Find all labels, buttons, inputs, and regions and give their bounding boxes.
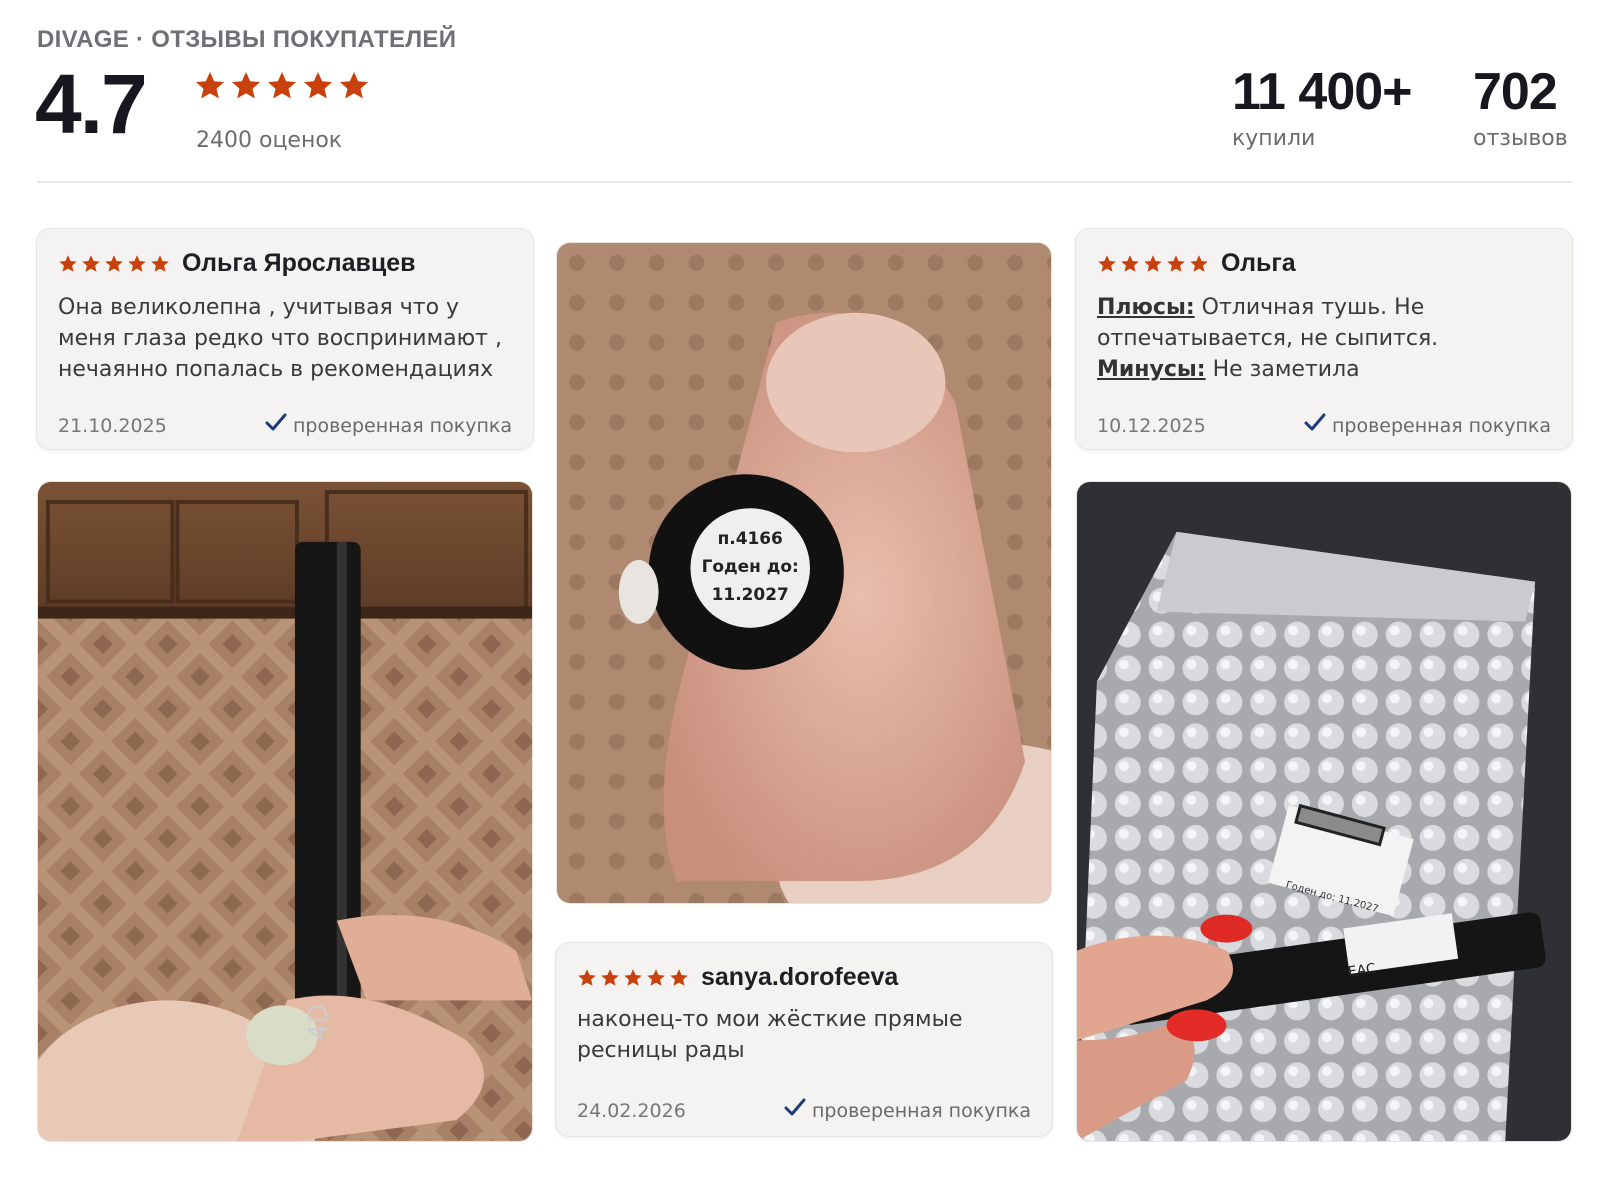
review-stars [58,254,170,274]
review-author: Ольга Ярославцев [182,249,416,277]
review-date: 21.10.2025 [58,414,167,437]
cap-label-line: Годен до: [702,556,799,576]
reviews-count: 702 [1473,63,1558,121]
review-text-line: нечаянно попалась в рекомендациях [58,357,494,382]
star-icon [82,254,100,272]
star-icon [1121,254,1139,272]
star-icon [151,254,169,272]
cons-text: Не заметила [1205,357,1360,382]
review-stars [1097,254,1209,274]
review-photo-mascara-tube[interactable]: 4D [37,481,533,1142]
check-icon [265,413,287,438]
star-icon [59,254,77,272]
pros-text-cont: отпечатывается, не сыпится. [1097,326,1439,351]
review-header: Ольга Ярославцев [58,249,416,278]
star-icon [647,968,665,986]
star-icon [196,72,224,99]
reviews-label: отзывов [1473,126,1568,151]
check-icon [1304,413,1326,438]
verified-badge: проверенная покупка [784,1098,1031,1123]
star-icon [670,968,688,986]
review-text-line: наконец-то мои жёсткие прямые [577,1007,963,1032]
star-icon [1190,254,1208,272]
svg-text:4D: 4D [304,1004,334,1040]
review-card[interactable]: Ольга Ярославцев Она великолепна , учиты… [36,228,534,450]
review-stars [577,968,689,988]
star-icon [340,72,368,99]
check-icon [784,1098,806,1123]
pros-text: Отличная тушь. Не [1194,295,1425,320]
star-icon [105,254,123,272]
review-header: sanya.dorofeeva [577,963,898,992]
buyers-stat: 11 400+ купили [1232,62,1413,151]
cons-label: Минусы: [1097,357,1206,382]
star-icon [128,254,146,272]
review-text: наконец-то мои жёсткие прямые ресницы ра… [577,1004,963,1066]
cap-label-line: 11.2027 [712,584,789,604]
star-icon [601,968,619,986]
review-card[interactable]: sanya.dorofeeva наконец-то мои жёсткие п… [555,942,1053,1137]
review-date: 24.02.2026 [577,1099,686,1122]
buyers-count: 11 400+ [1232,63,1413,121]
photo-image: п.4166 Годен до: 11.2027 [557,243,1051,903]
verified-badge: проверенная покупка [265,413,512,438]
star-icon [624,968,642,986]
verified-label: проверенная покупка [811,1099,1031,1122]
review-photo-package[interactable]: Годен до: 11.2027 EAC [1076,481,1572,1142]
buyers-label: купили [1232,126,1316,151]
header-divider [37,181,1572,183]
photo-image: Годен до: 11.2027 EAC [1077,482,1571,1141]
reviews-stat: 702 отзывов [1473,62,1568,151]
verified-label: проверенная покупка [292,414,512,437]
cap-label-line: п.4166 [718,528,783,548]
review-text-line: ресницы рады [577,1038,745,1063]
rating-stars [194,70,370,102]
star-icon [304,72,332,99]
review-author: Ольга [1221,249,1296,277]
review-text: Плюсы: Отличная тушь. Не отпечатывается,… [1097,292,1438,385]
review-header: Ольга [1097,249,1296,278]
review-date: 10.12.2025 [1097,414,1206,437]
review-text-line: Она великолепна , учитывая что у [58,295,460,320]
star-icon [1144,254,1162,272]
photo-image: 4D [38,482,532,1141]
review-author: sanya.dorofeeva [701,963,899,991]
review-text: Она великолепна , учитывая что у меня гл… [58,292,502,385]
review-footer: 24.02.2026 проверенная покупка [577,1098,1031,1123]
review-footer: 10.12.2025 проверенная покупка [1097,413,1551,438]
star-icon [578,968,596,986]
star-icon [1098,254,1116,272]
pros-label: Плюсы: [1097,295,1195,320]
review-text-line: меня глаза редко что воспринимают , [58,326,502,351]
review-card[interactable]: Ольга Плюсы: Отличная тушь. Не отпечатыв… [1075,228,1573,450]
brand-title: DIVAGE · ОТЗЫВЫ ПОКУПАТЕЛЕЙ [37,26,457,53]
review-photo-cap-expiry[interactable]: п.4166 Годен до: 11.2027 [556,242,1052,904]
review-footer: 21.10.2025 проверенная покупка [58,413,512,438]
star-icon [1167,254,1185,272]
average-rating: 4.7 [35,57,148,151]
verified-badge: проверенная покупка [1304,413,1551,438]
star-icon [268,72,296,99]
rating-count: 2400 оценок [196,128,343,153]
verified-label: проверенная покупка [1331,414,1551,437]
star-icon [232,72,260,99]
